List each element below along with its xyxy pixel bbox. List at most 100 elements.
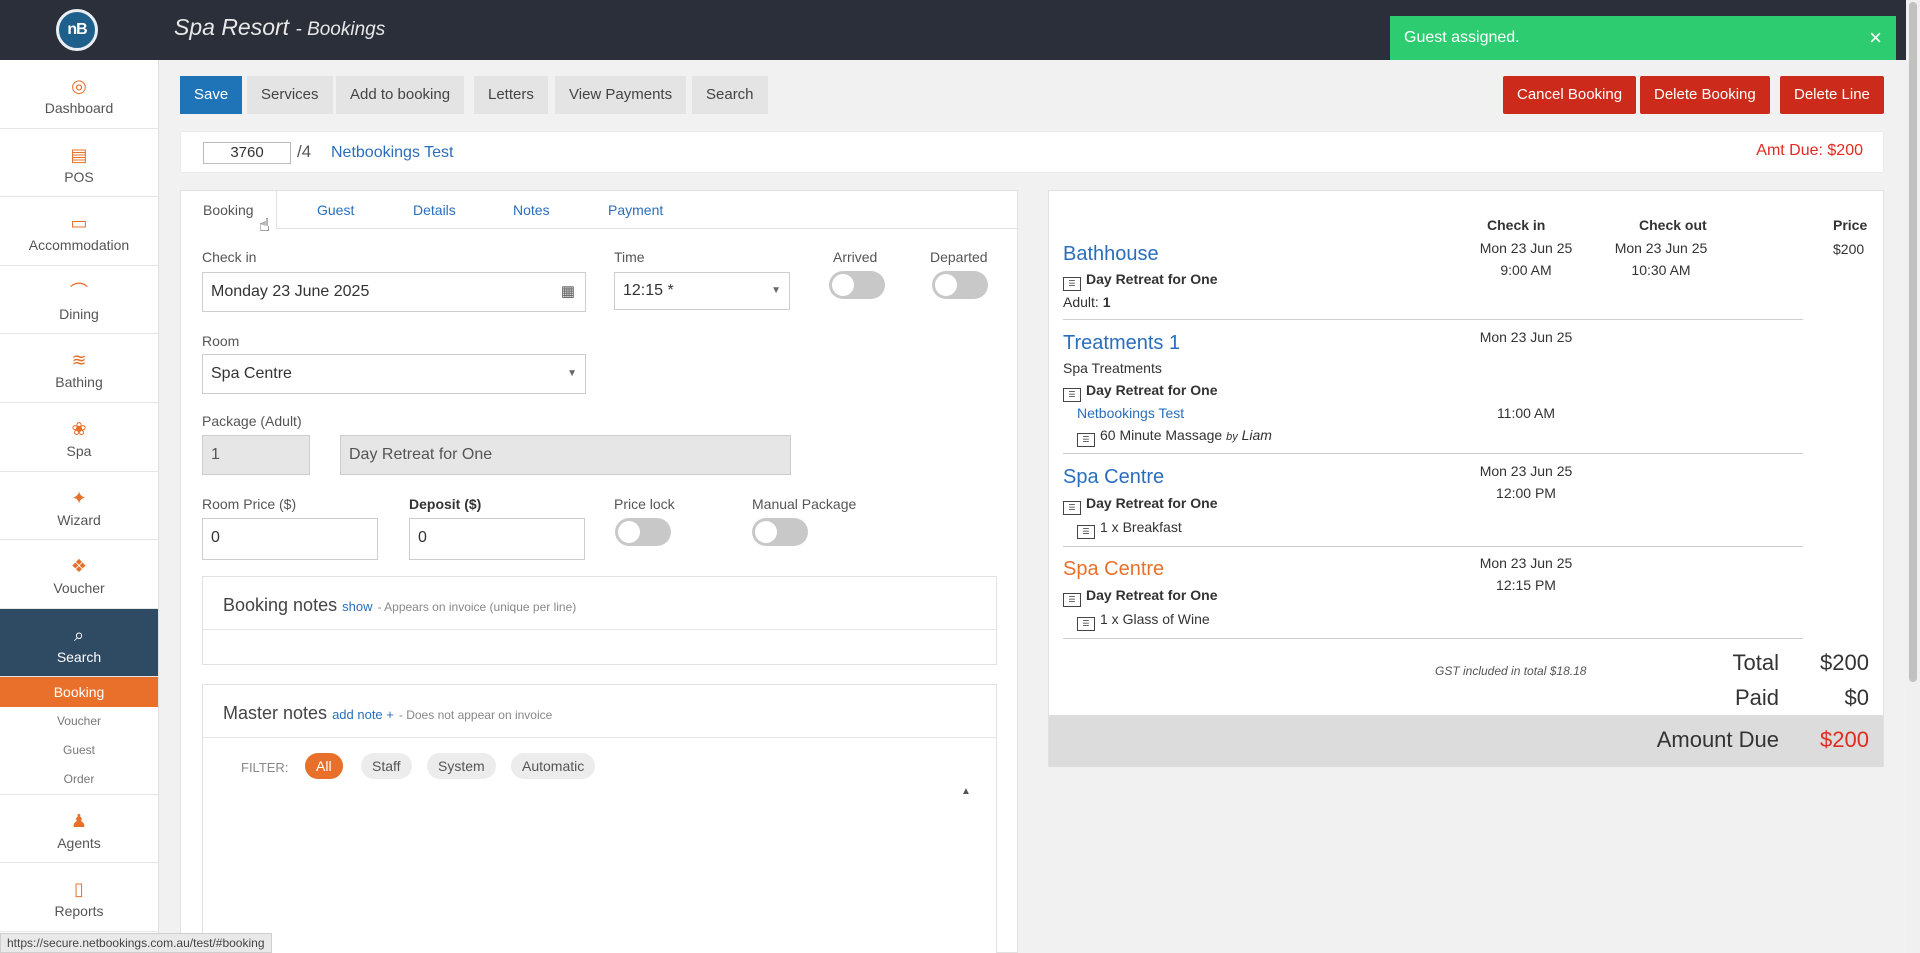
app-title-sub: Bookings xyxy=(307,19,386,40)
line-title-bathhouse[interactable]: Bathhouse xyxy=(1063,243,1159,266)
line-title-spa-centre-current[interactable]: Spa Centre xyxy=(1063,558,1164,581)
add-to-booking-button[interactable]: Add to booking xyxy=(336,76,465,114)
filter-label: FILTER: xyxy=(241,760,289,775)
app-title: Spa Resort - Bookings xyxy=(174,14,385,41)
magic-wand-icon: ✦ xyxy=(71,487,87,508)
toast-notification: Guest assigned. × xyxy=(1390,16,1896,60)
sidebar-item-dining[interactable]: ⌒ Dining xyxy=(0,266,158,335)
package-qty-field: 1 xyxy=(202,435,310,475)
line-guest-link[interactable]: Netbookings Test xyxy=(1077,405,1184,421)
line-package-name: Day Retreat for One xyxy=(1086,382,1218,398)
checkin-date-field[interactable]: Monday 23 June 2025 ▦ xyxy=(202,272,586,312)
agents-icon: ♟ xyxy=(70,811,88,832)
cancel-booking-button[interactable]: Cancel Booking xyxy=(1503,76,1637,114)
sidebar-item-dashboard[interactable]: ◎ Dashboard xyxy=(0,60,158,129)
sidebar-item-spa[interactable]: ❀ Spa xyxy=(0,403,158,472)
checkout-time: 10:30 AM xyxy=(1631,262,1691,278)
sidebar-item-label: POS xyxy=(64,168,94,185)
filter-system[interactable]: System xyxy=(427,753,496,779)
toggle-knob xyxy=(832,274,854,296)
line-package-name: Day Retreat for One xyxy=(1086,587,1218,603)
booking-notes-header: Booking notes show - Appears on invoice … xyxy=(203,577,996,630)
line-title-spa-centre[interactable]: Spa Centre xyxy=(1063,466,1164,489)
sidebar-item-voucher[interactable]: ❖ Voucher xyxy=(0,540,158,609)
search-button[interactable]: Search xyxy=(692,76,768,114)
sidebar-item-accommodation[interactable]: ▭ Accommodation xyxy=(0,197,158,266)
line-title-treatments[interactable]: Treatments 1 xyxy=(1063,332,1180,355)
tab-bar: Booking Guest Details Notes Payment xyxy=(181,191,1019,230)
filter-staff[interactable]: Staff xyxy=(361,753,412,779)
services-button[interactable]: Services xyxy=(247,76,333,114)
room-value: Spa Centre xyxy=(211,365,292,382)
sidebar-item-pos[interactable]: ▤ POS xyxy=(0,129,158,198)
room-price-input[interactable]: 0 xyxy=(202,518,378,560)
delete-booking-button[interactable]: Delete Booking xyxy=(1640,76,1770,114)
delete-line-button[interactable]: Delete Line xyxy=(1780,76,1884,114)
register-icon: ▤ xyxy=(70,144,88,165)
manual-package-toggle[interactable] xyxy=(752,518,808,546)
sidebar-sub-booking[interactable]: Booking xyxy=(0,677,158,708)
booking-summary-panel: Check in Check out Price Bathhouse ☰ Day … xyxy=(1048,190,1884,767)
paid-label: Paid xyxy=(1734,685,1779,710)
netbookings-logo[interactable]: nB xyxy=(56,9,98,51)
scrollbar-thumb[interactable] xyxy=(1909,2,1917,682)
sidebar-item-label: Spa xyxy=(66,442,92,459)
sidebar-sub-order[interactable]: Order xyxy=(0,765,158,794)
booking-guest-link[interactable]: Netbookings Test xyxy=(331,144,453,162)
toggle-knob xyxy=(935,274,957,296)
toast-close-icon[interactable]: × xyxy=(1869,25,1882,51)
sidebar-item-wizard[interactable]: ✦ Wizard xyxy=(0,472,158,541)
checkin-time: 12:15 PM xyxy=(1496,577,1556,593)
sidebar-item-bathing[interactable]: ≋ Bathing xyxy=(0,334,158,403)
line-item: ☰ 60 Minute Massage by Liam xyxy=(1077,427,1272,447)
tab-guest[interactable]: Guest xyxy=(317,191,354,229)
sidebar-item-label: Voucher xyxy=(53,580,105,597)
view-payments-button[interactable]: View Payments xyxy=(555,76,687,114)
booking-notes-show-link[interactable]: show xyxy=(342,599,372,614)
toggle-knob xyxy=(618,521,640,543)
price-lock-toggle[interactable] xyxy=(615,518,671,546)
deposit-input[interactable]: 0 xyxy=(409,518,585,560)
sidebar: ◎ Dashboard ▤ POS ▭ Accommodation ⌒ Dining ≋… xyxy=(0,60,159,953)
master-notes-box: Master notes add note + - Does not appea… xyxy=(202,684,997,953)
amount-due-label: Amount Due xyxy=(1656,727,1779,752)
gift-icon: ❖ xyxy=(70,556,88,577)
report-icon: ▯ xyxy=(74,878,84,899)
tab-details[interactable]: Details xyxy=(413,191,456,229)
booking-line-number: /4 xyxy=(297,142,312,161)
amount-due-band: Amount Due $200 xyxy=(1049,715,1883,767)
arrived-toggle[interactable] xyxy=(829,271,885,299)
save-button[interactable]: Save xyxy=(180,76,243,114)
list-icon: ☰ xyxy=(1063,593,1081,607)
sidebar-item-label: Dashboard xyxy=(44,100,114,116)
paid-value: $0 xyxy=(1844,685,1869,710)
time-select[interactable]: 12:15 * ▼ xyxy=(614,272,790,310)
letters-button[interactable]: Letters xyxy=(474,76,548,114)
sidebar-sub-guest[interactable]: Guest xyxy=(0,736,158,765)
booking-number-input[interactable]: 3760 xyxy=(203,142,291,164)
page-scrollbar[interactable] xyxy=(1906,0,1920,953)
tab-notes[interactable]: Notes xyxy=(513,191,550,229)
calendar-icon[interactable]: ▦ xyxy=(561,273,575,311)
tab-payment[interactable]: Payment xyxy=(608,191,663,229)
list-icon: ☰ xyxy=(1063,277,1081,291)
booking-notes-hint: - Appears on invoice (unique per line) xyxy=(377,600,577,614)
line-subtitle: Spa Treatments xyxy=(1063,360,1162,376)
amount-due-badge: Amt Due: $200 xyxy=(1756,142,1863,159)
line-adults: Adult: 1 xyxy=(1063,294,1111,310)
sidebar-item-reports[interactable]: ▯ Reports xyxy=(0,863,158,932)
item-time: 11:00 AM xyxy=(1496,405,1556,421)
filter-all[interactable]: All xyxy=(305,753,343,779)
filter-automatic[interactable]: Automatic xyxy=(511,753,596,779)
room-price-label: Room Price ($) xyxy=(202,496,297,512)
sort-up-icon[interactable]: ▲ xyxy=(961,786,971,797)
room-select[interactable]: Spa Centre ▼ xyxy=(202,354,586,394)
line-separator xyxy=(1063,546,1803,547)
sidebar-item-search[interactable]: ⌕ Search xyxy=(0,608,158,678)
departed-toggle[interactable] xyxy=(932,271,988,299)
lotus-icon: ❀ xyxy=(71,418,87,439)
line-item: ☰ 1 x Breakfast xyxy=(1077,519,1182,539)
add-note-link[interactable]: add note + xyxy=(332,707,394,722)
sidebar-sub-voucher[interactable]: Voucher xyxy=(0,707,158,736)
sidebar-item-agents[interactable]: ♟ Agents xyxy=(0,794,158,863)
